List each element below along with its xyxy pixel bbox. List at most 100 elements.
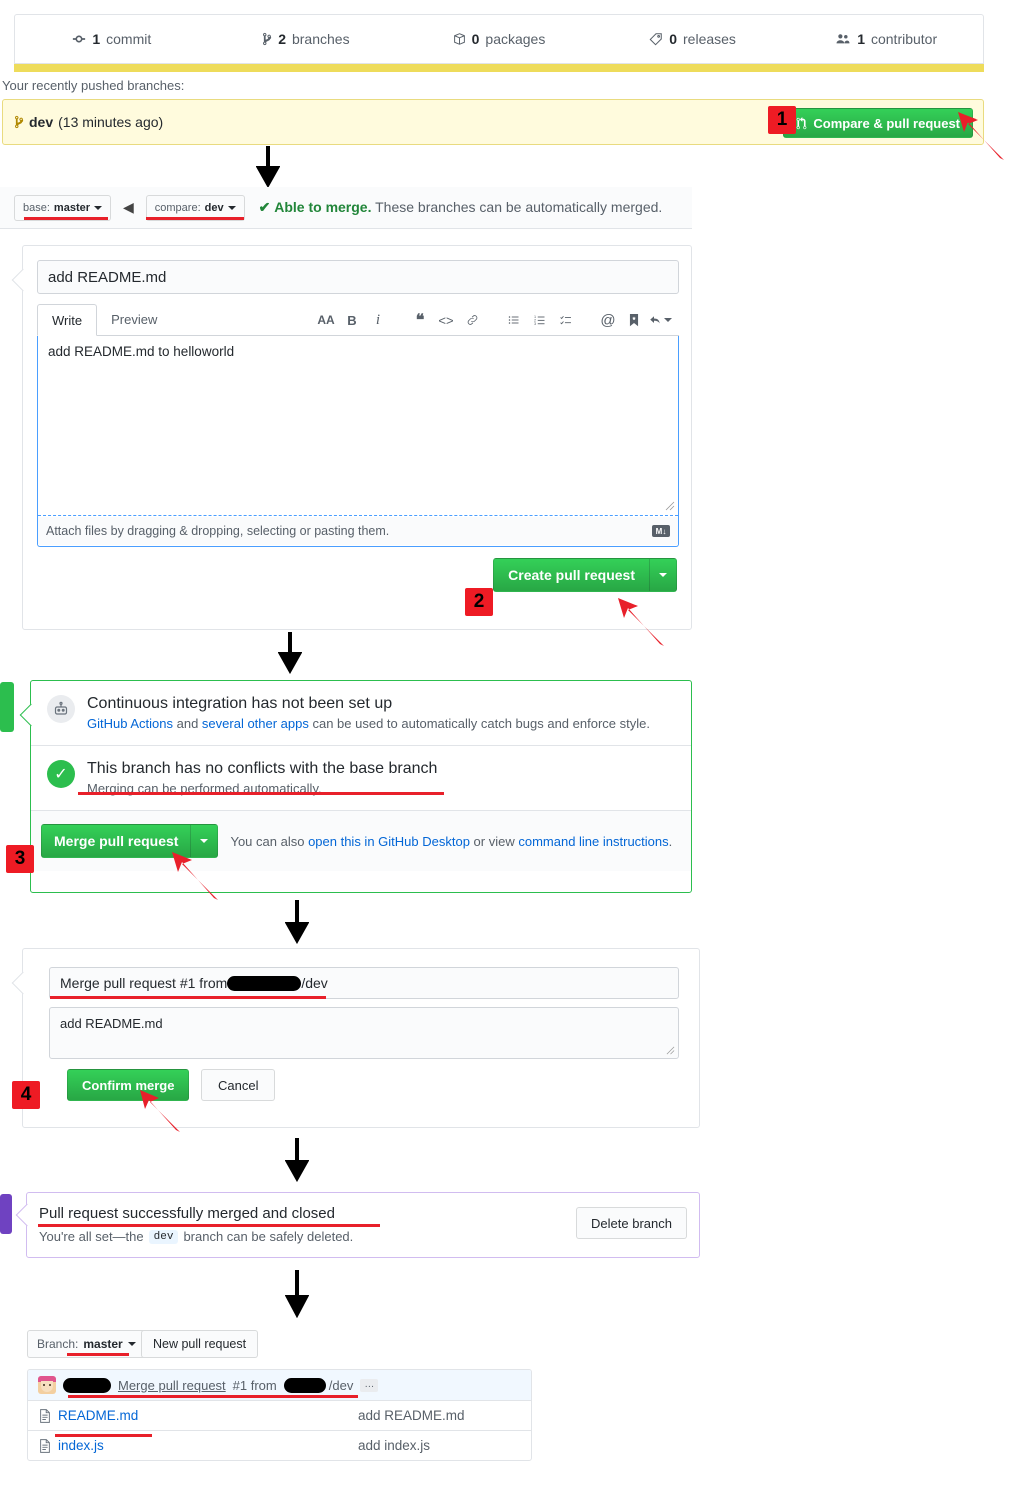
people-icon [835,32,851,46]
stat-contributors-label: contributor [870,31,938,47]
github-actions-link[interactable]: GitHub Actions [87,716,173,731]
pointer-arrow-2 [618,598,664,646]
git-pull-request-icon [796,116,807,130]
reply-icon[interactable] [647,307,673,333]
cancel-merge-button[interactable]: Cancel [201,1069,276,1101]
command-line-link[interactable]: command line instructions [518,834,668,849]
link-icon[interactable] [459,307,485,333]
stat-releases-count: 0 [669,31,678,47]
tab-preview[interactable]: Preview [97,303,171,335]
bold-icon[interactable]: B [339,307,365,333]
underline-readme-file [55,1434,152,1437]
task-list-icon[interactable] [553,307,579,333]
repo-stats-bar: 1 commit 2 branches 0 packages 0 release… [14,14,984,64]
underline-merged-title [38,1224,380,1227]
create-pull-request-button[interactable]: Create pull request [493,558,677,592]
chevron-down-icon[interactable] [649,559,676,591]
branch-value: master [83,1337,123,1351]
pull-request-form-card: Write Preview AA B i ❝ <> 123 [11,245,692,630]
unordered-list-icon[interactable] [501,307,527,333]
other-apps-link[interactable]: several other apps [202,716,309,731]
merged-sub-prefix: You're all set—the [39,1229,144,1244]
new-pull-request-button[interactable]: New pull request [141,1330,259,1358]
code-icon[interactable]: <> [433,307,459,333]
merge-status-text: ✔ Able to merge. These branches can be a… [259,199,663,216]
markdown-toolbar: AA B i ❝ <> 123 @ [313,307,673,333]
step-badge-2: 2 [465,588,493,616]
resize-grip-icon[interactable] [666,1046,675,1055]
stat-packages[interactable]: 0 packages [402,31,596,47]
flow-arrow-5 [285,1270,309,1318]
stat-releases[interactable]: 0 releases [596,31,790,47]
stat-contributors-count: 1 [857,31,865,47]
compare-branch-value: dev [204,201,224,214]
commit-hash-ellipsis[interactable]: … [360,1378,379,1392]
composer-body: add README.md to helloworld Attach files… [37,336,679,547]
commit-icon [72,32,86,46]
file-link-indexjs[interactable]: index.js [58,1438,104,1453]
merged-subtitle: You're all set—the dev branch can be saf… [39,1229,353,1244]
merge-commit-description-input[interactable]: add README.md [49,1007,679,1059]
stat-branches[interactable]: 2 branches [209,31,403,47]
stat-commits[interactable]: 1 commit [15,31,209,47]
underline-compare-branch [146,217,244,220]
github-desktop-link[interactable]: open this in GitHub Desktop [308,834,470,849]
commit-message-rest: #1 from [232,1377,277,1393]
merge-help-text: You can also open this in GitHub Desktop… [230,834,672,849]
check-circle-icon: ✓ [47,760,75,788]
stat-packages-label: packages [485,31,546,47]
create-pr-label: Create pull request [508,567,635,583]
italic-icon[interactable]: i [365,307,391,333]
compare-branches-bar: base: master ◀ compare: dev ✔ Able to me… [0,187,692,229]
stat-branches-label: branches [291,31,350,47]
table-row[interactable]: README.md add README.md [28,1400,531,1430]
ci-sub-mid: and [173,716,202,731]
underline-merge-commit-title [50,996,326,999]
ordered-list-icon[interactable]: 123 [527,307,553,333]
pointer-arrow-4 [140,1090,180,1132]
arrow-left-icon: ◀ [123,199,134,215]
step-badge-4: 4 [12,1081,40,1109]
pushed-branch-name[interactable]: dev [29,114,53,130]
base-prefix: base: [23,201,50,214]
commit-message-suffix: /dev [328,1377,354,1393]
redacted-username [227,975,302,991]
confirm-merge-card: Merge pull request #1 from /dev add READ… [11,948,700,1128]
pr-body-textarea[interactable]: add README.md to helloworld [38,336,678,516]
merge-actions-row: Merge pull request You can also open thi… [31,811,691,871]
flow-arrow-1 [256,146,280,188]
tab-write[interactable]: Write [37,304,98,336]
heading-icon[interactable]: AA [313,307,339,333]
merge-pr-label: Merge pull request [54,833,179,849]
stat-contributors[interactable]: 1 contributor [789,31,983,47]
markdown-icon[interactable]: M↓ [652,525,670,537]
base-branch-value: master [53,201,90,214]
avatar [38,1376,56,1394]
merged-state-tab [0,1194,12,1234]
pr-title-input[interactable] [37,260,679,294]
underline-no-conflicts [78,792,444,795]
resize-grip-icon[interactable] [665,501,675,511]
stat-packages-count: 0 [471,31,480,47]
robot-icon [47,695,75,723]
file-icon [39,1408,51,1423]
merge-status-ok: Able to merge. [274,199,372,215]
svg-text:3: 3 [534,322,536,326]
ci-title: Continuous integration has not been set … [87,695,393,712]
delete-branch-button[interactable]: Delete branch [576,1207,687,1239]
commit-message-link[interactable]: Merge pull request [118,1378,226,1393]
merge-commit-title-input[interactable]: Merge pull request #1 from /dev [49,967,679,999]
comment-composer: Write Preview AA B i ❝ <> 123 @ add READ… [37,304,679,547]
quote-icon[interactable]: ❝ [407,307,433,333]
branch-icon [13,115,24,129]
file-link-readme[interactable]: README.md [58,1408,138,1423]
underline-base-branch [24,217,108,220]
language-bar [14,64,984,72]
mention-icon[interactable]: @ [595,307,621,333]
compare-and-pull-request-button[interactable]: Compare & pull request [783,108,973,138]
card-notch [11,971,35,995]
stat-releases-label: releases [683,31,736,47]
reference-icon[interactable] [621,307,647,333]
check-icon: ✔ [258,199,271,215]
flow-arrow-4 [285,1138,309,1182]
